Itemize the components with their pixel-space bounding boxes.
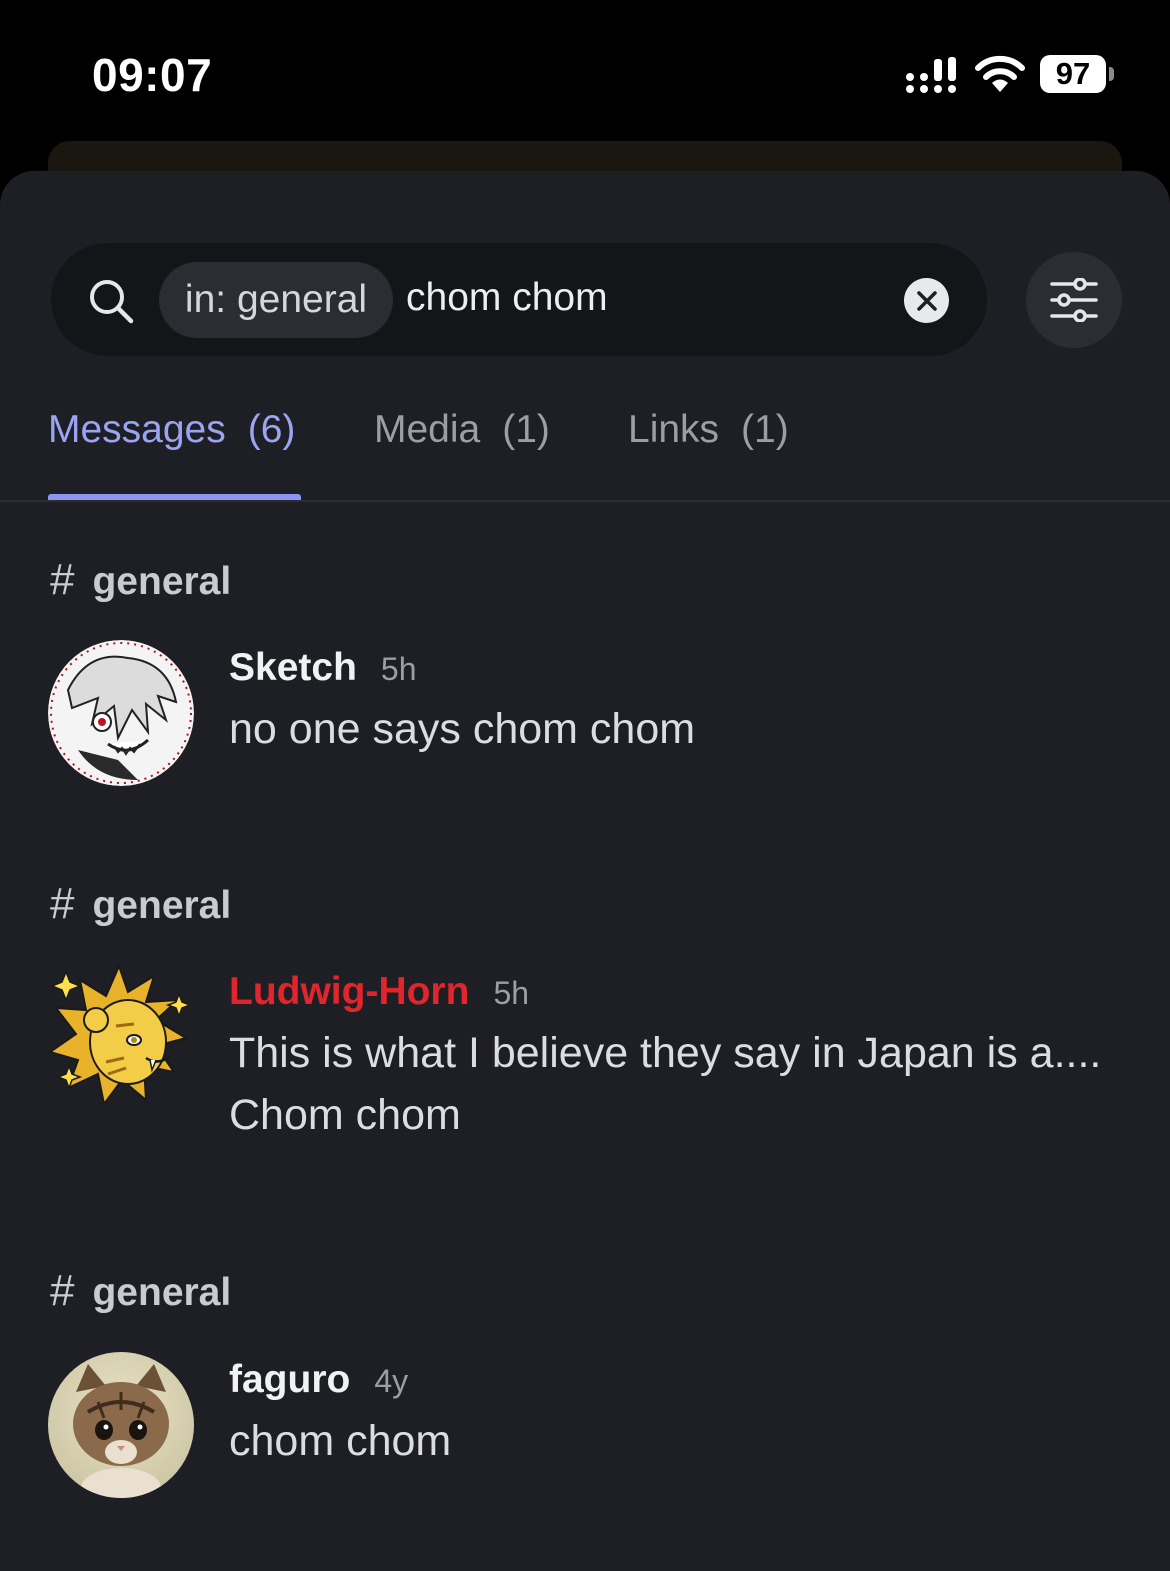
channel-hash-icon: #	[50, 879, 75, 928]
channel-header[interactable]: # general	[50, 1266, 231, 1316]
battery-indicator: 97	[1040, 55, 1106, 93]
search-filters-button[interactable]	[1026, 252, 1122, 348]
search-input[interactable]: chom chom	[406, 276, 608, 320]
avatar[interactable]	[46, 962, 192, 1108]
message-header: faguro 4y	[229, 1358, 408, 1402]
avatar[interactable]	[48, 1352, 194, 1498]
status-time: 09:07	[92, 49, 213, 101]
search-sheet	[0, 171, 1170, 1571]
message-header: Ludwig-Horn 5h	[229, 970, 529, 1014]
tab-count: (1)	[502, 408, 550, 451]
battery-nub	[1109, 67, 1114, 81]
avatar[interactable]	[48, 640, 194, 786]
message-header: Sketch 5h	[229, 646, 417, 690]
channel-header[interactable]: # general	[50, 555, 231, 605]
channel-name: general	[92, 1271, 232, 1314]
author-name[interactable]: Ludwig-Horn	[229, 970, 469, 1013]
cellular-signal-icon	[906, 57, 956, 93]
close-icon	[916, 290, 937, 311]
tabs-divider	[0, 500, 1170, 502]
message-text[interactable]: chom chom	[229, 1410, 1109, 1472]
author-name[interactable]: Sketch	[229, 646, 357, 689]
tab-label: Media	[374, 408, 481, 451]
tab-label: Messages	[48, 408, 226, 451]
author-name[interactable]: faguro	[229, 1358, 350, 1401]
wifi-icon	[975, 55, 1025, 92]
message-text[interactable]: no one says chom chom	[229, 698, 1109, 760]
sliders-icon	[1050, 278, 1098, 322]
anime-character-avatar-icon	[48, 640, 194, 786]
channel-hash-icon: #	[50, 555, 75, 604]
tab-media[interactable]: Media (1)	[374, 408, 550, 452]
clear-search-button[interactable]	[904, 278, 949, 323]
channel-header[interactable]: # general	[50, 879, 231, 929]
search-icon	[90, 280, 134, 324]
message-timestamp: 5h	[493, 975, 530, 1011]
tab-label: Links	[628, 408, 720, 451]
channel-name: general	[92, 884, 232, 927]
lion-character-avatar-icon	[47, 963, 192, 1107]
channel-filter-chip[interactable]: in: general	[159, 262, 393, 338]
channel-hash-icon: #	[50, 1266, 75, 1315]
tab-count: (1)	[741, 408, 789, 451]
message-text[interactable]: This is what I believe they say in Japan…	[229, 1022, 1109, 1146]
message-timestamp: 5h	[380, 651, 417, 687]
tab-count: (6)	[247, 408, 296, 451]
channel-name: general	[92, 560, 232, 603]
status-bar: 09:07 97	[0, 0, 1170, 140]
tab-messages[interactable]: Messages (6)	[48, 408, 295, 452]
message-timestamp: 4y	[374, 1363, 409, 1399]
tab-links[interactable]: Links (1)	[628, 408, 789, 452]
kitten-photo-avatar-icon	[48, 1352, 194, 1498]
